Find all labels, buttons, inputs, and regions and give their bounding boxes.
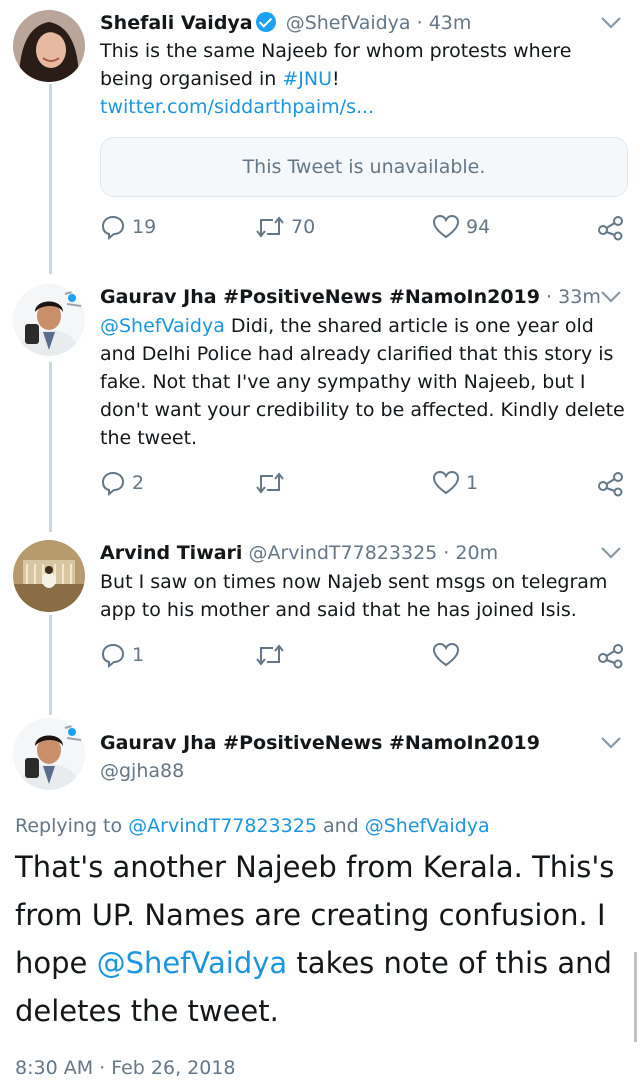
mention-link[interactable]: @ShefVaidya: [97, 946, 288, 980]
like-button[interactable]: [432, 640, 460, 670]
hashtag-link[interactable]: #JNU: [282, 68, 332, 90]
like-button[interactable]: 1: [432, 468, 478, 498]
avatar[interactable]: [13, 284, 85, 356]
handle-row: @gjha88: [100, 758, 184, 784]
tweet-shefali[interactable]: Shefali Vaidya @ShefVaidya · 43m This is…: [0, 10, 640, 270]
share-button[interactable]: [597, 212, 625, 242]
reply-button[interactable]: 19: [100, 212, 156, 242]
retweet-count: 70: [291, 216, 316, 238]
tweet-header: Arvind Tiwari @ArvindT77823325 · 20m: [100, 542, 499, 564]
display-name[interactable]: Gaurav Jha #PositiveNews #NamoIn2019: [100, 732, 540, 754]
reply-count: 19: [132, 216, 157, 238]
timestamp[interactable]: 20m: [455, 542, 498, 564]
tweet-gaurav-reply[interactable]: Gaurav Jha #PositiveNews #NamoIn2019 · 3…: [0, 284, 640, 504]
share-button[interactable]: [597, 468, 625, 498]
verified-badge-icon: [255, 12, 276, 32]
mention-link[interactable]: @ArvindT77823325: [128, 815, 317, 837]
reply-icon: [101, 215, 125, 240]
display-name[interactable]: Shefali Vaidya: [100, 12, 253, 34]
handle[interactable]: @ArvindT77823325: [249, 542, 438, 564]
reply-button[interactable]: 2: [100, 468, 144, 498]
tweet-text: This is the same Najeeb for whom protest…: [100, 40, 572, 118]
retweet-icon: [256, 472, 284, 494]
chevron-down-icon[interactable]: [600, 290, 622, 304]
like-count: 94: [466, 216, 491, 238]
reply-count: 2: [132, 472, 145, 494]
handle[interactable]: @ShefVaidya: [286, 12, 411, 34]
display-name[interactable]: Arvind Tiwari: [100, 542, 242, 564]
like-count: 1: [466, 472, 479, 494]
tweet-text: But I saw on times now Najeb sent msgs o…: [100, 571, 608, 621]
mention-link[interactable]: @ShefVaidya: [100, 315, 225, 337]
share-icon: [598, 472, 623, 497]
display-name[interactable]: Gaurav Jha #PositiveNews #NamoIn2019: [100, 286, 540, 308]
tweet-header: Gaurav Jha #PositiveNews #NamoIn2019 · 3…: [100, 286, 601, 308]
quoted-tweet-unavailable: This Tweet is unavailable.: [100, 137, 628, 197]
heart-icon: [432, 214, 460, 239]
retweet-button[interactable]: [255, 640, 285, 670]
action-bar: 19 70 94: [100, 212, 630, 242]
avatar[interactable]: [13, 10, 85, 82]
reply-icon: [101, 643, 125, 668]
retweet-icon: [256, 216, 284, 238]
retweet-button[interactable]: 70: [255, 212, 315, 242]
tweet-main: Gaurav Jha #PositiveNews #NamoIn2019 @gj…: [0, 718, 640, 808]
like-button[interactable]: 94: [432, 212, 490, 242]
timestamp[interactable]: 33m: [558, 286, 601, 308]
heart-icon: [432, 470, 460, 495]
reply-icon: [101, 471, 125, 496]
mention-link[interactable]: @ShefVaidya: [365, 815, 490, 837]
reply-count: 1: [132, 644, 145, 666]
replying-to-line: Replying to @ArvindT77823325 and @ShefVa…: [15, 815, 490, 837]
timestamp[interactable]: 43m: [429, 12, 472, 34]
retweet-button[interactable]: [255, 468, 285, 498]
tweet-header: Gaurav Jha #PositiveNews #NamoIn2019: [100, 730, 540, 756]
avatar[interactable]: [13, 718, 85, 790]
share-icon: [598, 644, 623, 669]
share-icon: [598, 216, 623, 241]
scrollbar[interactable]: [634, 952, 637, 1042]
chevron-down-icon[interactable]: [600, 546, 622, 560]
avatar[interactable]: [13, 540, 85, 612]
reply-button[interactable]: 1: [100, 640, 144, 670]
chevron-down-icon[interactable]: [600, 16, 622, 30]
share-button[interactable]: [597, 640, 625, 670]
handle[interactable]: @gjha88: [100, 760, 184, 782]
heart-icon: [432, 642, 460, 667]
tweet-arvind[interactable]: Arvind Tiwari @ArvindT77823325 · 20m But…: [0, 540, 640, 680]
retweet-icon: [256, 644, 284, 666]
tweet-timestamp: 8:30 AM · Feb 26, 2018: [15, 1057, 236, 1079]
url-link[interactable]: twitter.com/siddarthpaim/s...: [100, 96, 374, 118]
tweet-text: @ShefVaidya Didi, the shared article is …: [100, 315, 625, 449]
chevron-down-icon[interactable]: [600, 736, 622, 750]
action-bar: 1: [100, 640, 630, 670]
action-bar: 2 1: [100, 468, 630, 498]
main-tweet-text: That's another Najeeb from Kerala. This'…: [15, 850, 615, 1028]
tweet-header: Shefali Vaidya @ShefVaidya · 43m: [100, 12, 472, 34]
